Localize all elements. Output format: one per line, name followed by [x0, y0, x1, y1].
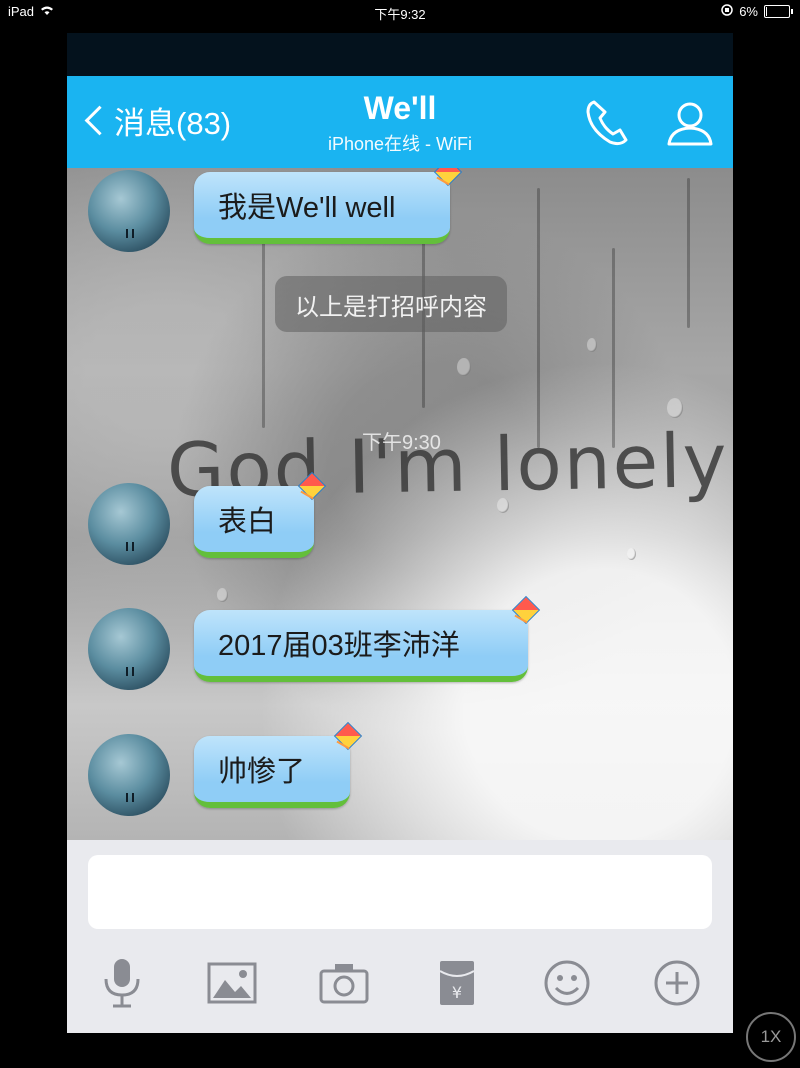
yuan-symbol: ¥: [452, 983, 462, 1002]
contact-avatar[interactable]: [88, 734, 170, 816]
navigation-bar: 消息(83) We'll iPhone在线 - WiFi: [67, 76, 733, 168]
kite-icon: [432, 168, 463, 190]
chat-app: 消息(83) We'll iPhone在线 - WiFi God I'm lon…: [67, 33, 733, 1033]
image-icon[interactable]: [206, 957, 258, 1009]
battery-fill: [766, 7, 767, 16]
message-bubble[interactable]: 我是We'll well: [194, 168, 463, 244]
back-button[interactable]: 消息(83): [81, 98, 231, 143]
message-bubble[interactable]: 2017届03班李沛洋: [194, 595, 541, 682]
message-text: 帅惨了: [218, 756, 306, 788]
red-packet-icon[interactable]: ¥: [431, 957, 483, 1009]
camera-icon[interactable]: [318, 957, 370, 1009]
contact-avatar[interactable]: [88, 608, 170, 690]
plus-icon[interactable]: [651, 957, 703, 1009]
message-bubble[interactable]: 帅惨了: [194, 721, 363, 808]
message-text: 我是We'll well: [218, 192, 396, 224]
kite-icon: [332, 721, 363, 754]
chevron-left-icon: [84, 105, 115, 136]
message-input[interactable]: [88, 855, 712, 929]
chat-area[interactable]: God I'm lonely 我是We'll well 以上是打招呼内容 下午9…: [67, 168, 733, 840]
battery-percent: 6%: [739, 4, 758, 19]
message-text: 2017届03班李沛洋: [218, 630, 460, 662]
kite-icon: [296, 471, 327, 504]
back-label: 消息(83): [114, 106, 232, 141]
phone-status-bar: [67, 33, 733, 76]
clock: 下午9:32: [374, 7, 426, 22]
microphone-icon[interactable]: [96, 957, 148, 1009]
contact-avatar[interactable]: [88, 170, 170, 252]
message-text: 表白: [218, 506, 277, 538]
zoom-toggle-button[interactable]: 1X: [746, 1012, 796, 1062]
kite-icon: [510, 595, 541, 628]
message-bubble[interactable]: 表白: [194, 471, 327, 558]
emoji-icon[interactable]: [541, 957, 593, 1009]
system-message: 以上是打招呼内容: [275, 276, 507, 332]
input-toolbar: ¥: [67, 953, 733, 1013]
ipad-status-bar: iPad 下午9:32 6%: [0, 0, 800, 24]
phone-icon[interactable]: [580, 96, 634, 155]
contact-avatar[interactable]: [88, 483, 170, 565]
user-profile-icon[interactable]: [663, 96, 717, 155]
orientation-lock-icon: [721, 4, 733, 19]
battery-icon: [764, 5, 793, 18]
message-timestamp: 下午9:30: [362, 432, 441, 454]
